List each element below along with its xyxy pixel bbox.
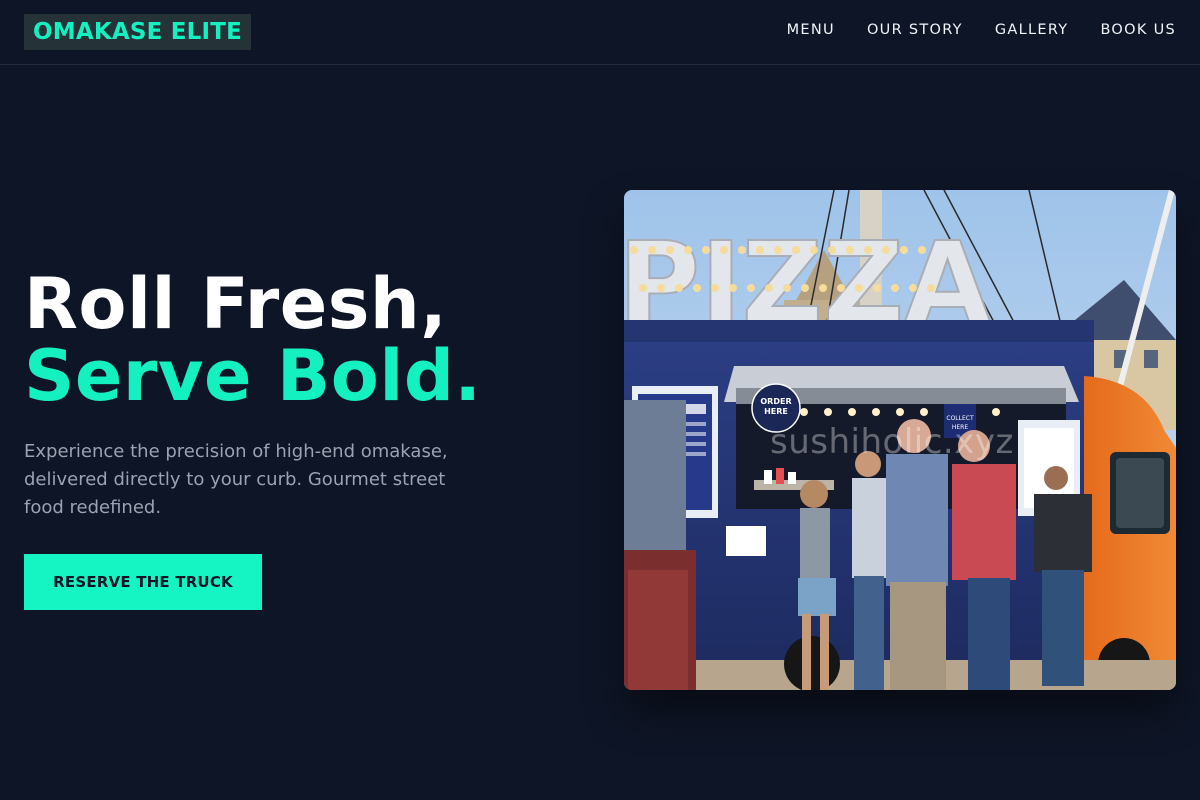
sign-bulb (864, 246, 872, 254)
sign-bulb (900, 246, 908, 254)
order-here-badge-line2: HERE (764, 407, 788, 416)
sign-bulb (720, 246, 728, 254)
sign-bulb (675, 284, 683, 292)
hatch-bulb (896, 408, 904, 416)
hatch-bulb (872, 408, 880, 416)
sign-bulb (666, 246, 674, 254)
hero-headline-line2: Serve Bold. (24, 335, 482, 417)
sign-bulb (891, 284, 899, 292)
sign-bulb (918, 246, 926, 254)
sign-bulb (693, 284, 701, 292)
sign-bulb (927, 284, 935, 292)
sign-bulb (774, 246, 782, 254)
sign-bulb (648, 246, 656, 254)
sign-bulb (756, 246, 764, 254)
sign-bulb (828, 246, 836, 254)
nav-item-menu[interactable]: MENU (787, 20, 835, 40)
watermark-text: sushiholic.xyz (770, 422, 1014, 462)
sign-bulb (702, 246, 710, 254)
reserve-truck-button[interactable]: RESERVE THE TRUCK (24, 554, 262, 610)
main-nav: MENU OUR STORY GALLERY BOOK US (755, 20, 1176, 40)
hero-headline: Roll Fresh, Serve Bold. (24, 268, 482, 412)
sign-bulb (909, 284, 917, 292)
sign-bulb (810, 246, 818, 254)
sign-bulb (639, 284, 647, 292)
sign-bulb (837, 284, 845, 292)
hero-description: Experience the precision of high-end oma… (24, 441, 448, 518)
sign-bulb (711, 284, 719, 292)
sign-bulb (873, 284, 881, 292)
sign-bulb (882, 246, 890, 254)
sign-bulb (630, 246, 638, 254)
sign-bulb (846, 246, 854, 254)
sign-bulb (819, 284, 827, 292)
sign-bulb (765, 284, 773, 292)
hatch-bulb (848, 408, 856, 416)
sign-bulb (738, 246, 746, 254)
collect-here-badge: COLLECT (946, 415, 974, 422)
hero-image: PIZZA ORDER HERE COLLECT HERE sushiholic… (624, 190, 1176, 690)
hatch-bulb (992, 408, 1000, 416)
sign-bulb (747, 284, 755, 292)
order-here-badge: ORDER (760, 397, 791, 406)
sign-bulb (792, 246, 800, 254)
brand-logo[interactable]: OMAKASE ELITE (24, 14, 252, 50)
sign-bulb (855, 284, 863, 292)
hatch-bulb (800, 408, 808, 416)
sign-bulb (657, 284, 665, 292)
landing-page: OMAKASE ELITE MENU OUR STORY GALLERY BOO… (0, 0, 1200, 800)
hatch-bulb (824, 408, 832, 416)
nav-item-gallery[interactable]: GALLERY (995, 20, 1069, 40)
nav-item-our-story[interactable]: OUR STORY (867, 20, 963, 40)
hero-headline-line1: Roll Fresh, (24, 263, 448, 345)
sign-bulb (729, 284, 737, 292)
site-header: OMAKASE ELITE MENU OUR STORY GALLERY BOO… (0, 0, 1200, 65)
nav-item-book-us[interactable]: BOOK US (1100, 20, 1176, 40)
sign-bulb (684, 246, 692, 254)
sign-bulb (783, 284, 791, 292)
sign-bulb (801, 284, 809, 292)
hatch-bulb (920, 408, 928, 416)
